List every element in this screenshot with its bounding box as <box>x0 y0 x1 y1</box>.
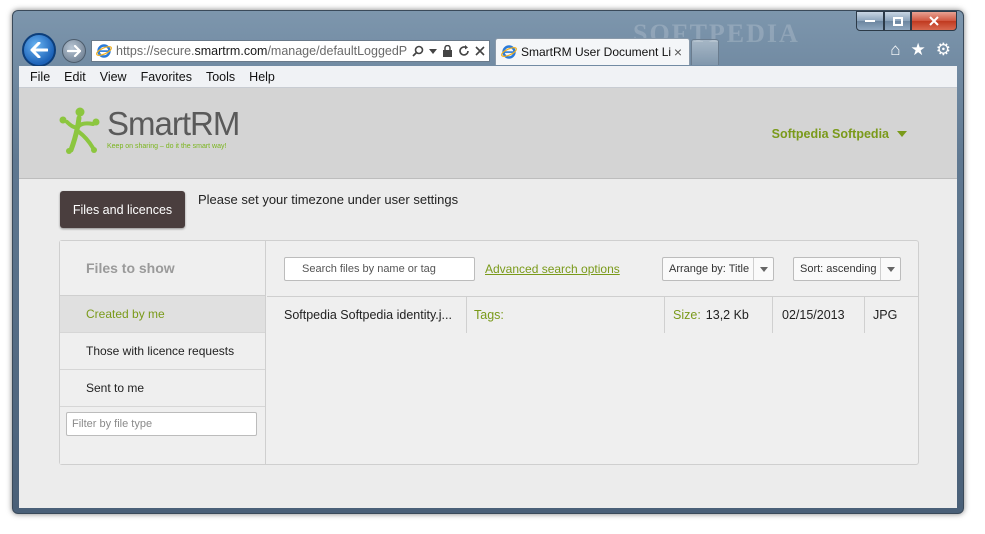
chevron-down-icon <box>880 258 900 280</box>
refresh-icon[interactable] <box>458 45 470 57</box>
user-name: Softpedia Softpedia <box>771 127 889 141</box>
menu-file[interactable]: File <box>23 70 57 84</box>
site-header: SmartRM Keep on sharing – do it the smar… <box>19 88 957 179</box>
column-divider <box>772 297 773 333</box>
size-value: 13,2 Kb <box>705 308 749 322</box>
minimize-button[interactable] <box>856 11 884 31</box>
window-controls <box>856 11 957 31</box>
back-arrow-icon <box>30 42 48 58</box>
filter-file-type-input[interactable] <box>66 412 257 436</box>
sidebar-item-licence-requests[interactable]: Those with licence requests <box>60 333 265 370</box>
arrange-by-label: Arrange by: Title <box>669 263 750 275</box>
logo-tagline: Keep on sharing – do it the smart way! <box>107 143 227 150</box>
size-label: Size: <box>673 308 701 322</box>
browser-right-icons: ⌂ ★ ⚙ <box>890 41 951 59</box>
timezone-notice: Please set your timezone under user sett… <box>198 192 459 207</box>
ie-page-icon <box>96 44 112 58</box>
web-page: SmartRM Keep on sharing – do it the smar… <box>19 88 957 508</box>
files-and-licences-button[interactable]: Files and licences <box>60 191 185 228</box>
home-icon[interactable]: ⌂ <box>890 41 900 59</box>
logo-name: SmartRM <box>107 105 240 142</box>
menu-bar: File Edit View Favorites Tools Help <box>19 66 957 88</box>
close-window-button[interactable] <box>911 11 957 31</box>
sidebar-item-sent-to-me[interactable]: Sent to me <box>60 370 265 407</box>
file-list-area: Advanced search options Arrange by: Titl… <box>267 241 918 464</box>
stop-icon[interactable] <box>475 46 485 56</box>
column-divider <box>664 297 665 333</box>
sort-order-dropdown[interactable]: Sort: ascending <box>793 257 901 281</box>
sort-order-label: Sort: ascending <box>800 263 877 275</box>
back-button[interactable] <box>22 33 56 67</box>
chevron-down-icon <box>753 258 773 280</box>
address-bar[interactable]: https://secure.smartrm.com/manage/defaul… <box>91 40 490 62</box>
advanced-search-link[interactable]: Advanced search options <box>485 262 620 276</box>
lock-icon[interactable] <box>442 45 453 57</box>
address-path: /manage/defaultLoggedP <box>267 44 408 58</box>
menu-tools[interactable]: Tools <box>199 70 242 84</box>
column-divider <box>864 297 865 333</box>
search-icon[interactable] <box>412 45 424 57</box>
file-date: 02/15/2013 <box>782 308 845 322</box>
menu-edit[interactable]: Edit <box>57 70 93 84</box>
address-bar-icons <box>412 45 489 57</box>
gear-icon[interactable]: ⚙ <box>936 41 951 59</box>
tab-smartrm[interactable]: SmartRM User Document List × <box>495 38 690 65</box>
menu-view[interactable]: View <box>93 70 134 84</box>
documents-panel: Files to show Created by me Those with l… <box>59 240 919 465</box>
chevron-down-icon[interactable] <box>429 48 437 54</box>
file-size: Size: 13,2 Kb <box>673 297 749 333</box>
favorites-star-icon[interactable]: ★ <box>911 41 926 59</box>
address-url[interactable]: https://secure.smartrm.com/manage/defaul… <box>116 44 412 58</box>
arrange-by-dropdown[interactable]: Arrange by: Title <box>662 257 774 281</box>
smartrm-logo[interactable]: SmartRM Keep on sharing – do it the smar… <box>57 105 240 156</box>
sidebar: Files to show Created by me Those with l… <box>60 241 266 464</box>
sidebar-item-created-by-me[interactable]: Created by me <box>60 296 265 333</box>
address-scheme: https://secure. <box>116 44 195 58</box>
file-type: JPG <box>873 308 898 322</box>
menu-help[interactable]: Help <box>242 70 282 84</box>
maximize-button[interactable] <box>884 11 911 31</box>
tab-close-icon[interactable]: × <box>671 44 685 60</box>
smartrm-logo-icon <box>59 107 100 154</box>
close-icon <box>929 16 939 26</box>
tab-title: SmartRM User Document List <box>521 45 671 59</box>
minimize-icon <box>865 20 875 22</box>
new-tab-button[interactable] <box>691 39 719 65</box>
table-row[interactable]: Softpedia Softpedia identity.j... Tags: … <box>267 297 918 333</box>
forward-arrow-icon <box>67 45 81 57</box>
sidebar-title: Files to show <box>60 241 265 296</box>
forward-button[interactable] <box>62 39 86 63</box>
user-menu[interactable]: Softpedia Softpedia <box>772 127 907 141</box>
file-tags: Tags: <box>474 308 504 322</box>
search-files-input[interactable] <box>284 257 475 281</box>
file-name[interactable]: Softpedia Softpedia identity.j... <box>284 297 460 333</box>
caret-down-icon <box>897 131 907 137</box>
address-domain: smartrm.com <box>194 44 268 58</box>
ie-tab-icon <box>501 45 517 59</box>
column-divider <box>466 297 467 333</box>
browser-window: SOFTPEDIA https://secure.smartrm.com/man… <box>12 10 964 514</box>
menu-favorites[interactable]: Favorites <box>134 70 199 84</box>
maximize-icon <box>892 16 903 26</box>
